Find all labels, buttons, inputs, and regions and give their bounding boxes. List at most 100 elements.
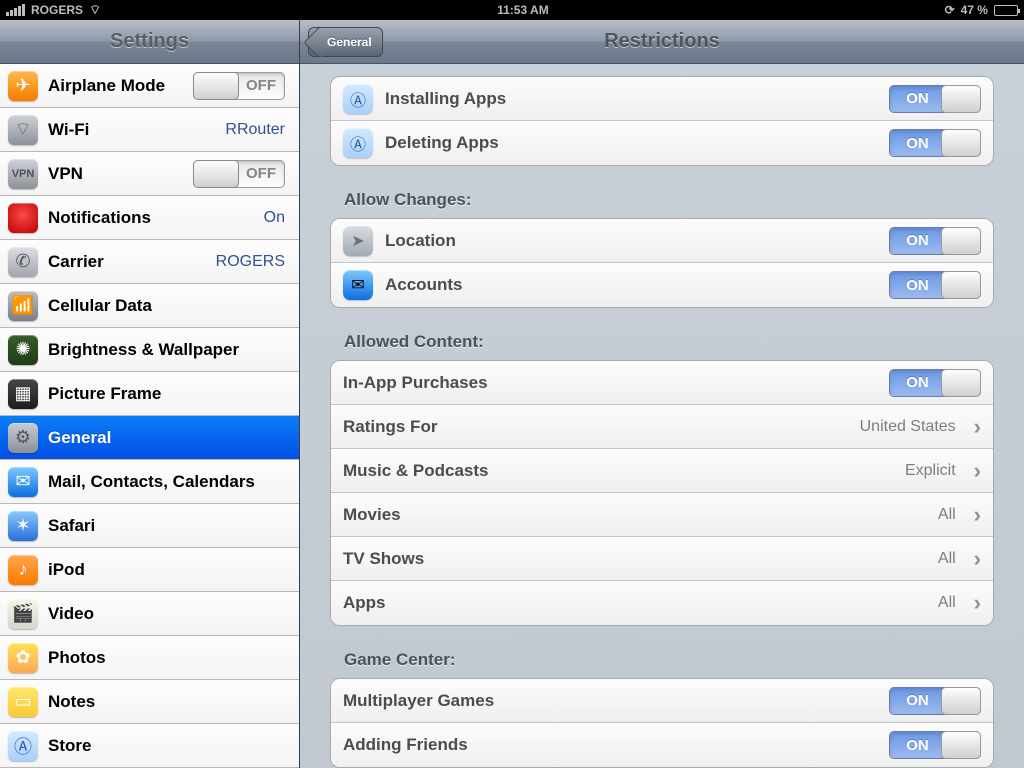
row-label: Installing Apps [385, 89, 877, 109]
deleting-apps-toggle[interactable]: ON [889, 129, 981, 157]
sidebar-item-vpn[interactable]: VPN VPN OFF [0, 152, 299, 196]
row-label: Movies [343, 505, 926, 525]
vpn-toggle[interactable]: OFF [193, 160, 285, 188]
detail-scroll[interactable]: Ⓐ Installing Apps ON Ⓐ Deleting Apps ON [300, 64, 1024, 768]
clock: 11:53 AM [497, 3, 549, 17]
allowed-content-group: In-App Purchases ON Ratings For United S… [330, 360, 994, 626]
sidebar-item-notifications[interactable]: Notifications On [0, 196, 299, 240]
chevron-right-icon: › [974, 548, 981, 570]
sidebar-item-photos[interactable]: ✿ Photos [0, 636, 299, 680]
sidebar-item-carrier[interactable]: ✆ Carrier ROGERS [0, 240, 299, 284]
section-game-center: Game Center: [344, 650, 994, 670]
row-label: Adding Friends [343, 735, 877, 755]
phone-icon: ✆ [8, 247, 38, 277]
signal-icon [6, 4, 25, 16]
toggle-knob [941, 731, 981, 759]
status-bar: ROGERS ⌔ 11:53 AM ⟳ 47 % [0, 0, 1024, 20]
row-apps[interactable]: Apps All › [331, 581, 993, 625]
row-label: In-App Purchases [343, 373, 877, 393]
row-installing-apps[interactable]: Ⓐ Installing Apps ON [331, 77, 993, 121]
row-value: All [938, 594, 956, 612]
sidebar-item-label: Brightness & Wallpaper [48, 340, 285, 360]
row-accounts[interactable]: ✉ Accounts ON [331, 263, 993, 307]
row-location[interactable]: ➤ Location ON [331, 219, 993, 263]
row-music-podcasts[interactable]: Music & Podcasts Explicit › [331, 449, 993, 493]
accounts-toggle[interactable]: ON [889, 271, 981, 299]
sidebar-item-mail[interactable]: ✉ Mail, Contacts, Calendars [0, 460, 299, 504]
row-multiplayer-games[interactable]: Multiplayer Games ON [331, 679, 993, 723]
row-label: Accounts [385, 275, 877, 295]
sidebar-item-label: Carrier [48, 252, 206, 272]
appstore-icon: Ⓐ [343, 84, 373, 114]
picture-frame-icon: ▦ [8, 379, 38, 409]
mail-icon: ✉ [8, 467, 38, 497]
sidebar-item-safari[interactable]: ✶ Safari [0, 504, 299, 548]
sidebar-item-brightness[interactable]: ✺ Brightness & Wallpaper [0, 328, 299, 372]
wifi-icon: ⌔ [89, 2, 101, 18]
sidebar-item-video[interactable]: 🎬 Video [0, 592, 299, 636]
sidebar-item-cellular[interactable]: 📶 Cellular Data [0, 284, 299, 328]
sidebar-item-general[interactable]: ⚙ General [0, 416, 299, 460]
row-label: Deleting Apps [385, 133, 877, 153]
row-label: Location [385, 231, 877, 251]
chevron-right-icon: › [974, 460, 981, 482]
sidebar-item-notes[interactable]: ▭ Notes [0, 680, 299, 724]
section-allow-changes: Allow Changes: [344, 190, 994, 210]
location-toggle[interactable]: ON [889, 227, 981, 255]
toggle-knob [193, 72, 239, 100]
gear-icon: ⚙ [8, 423, 38, 453]
iap-toggle[interactable]: ON [889, 369, 981, 397]
back-button[interactable]: General [308, 27, 383, 57]
chevron-right-icon: › [974, 504, 981, 526]
detail-title: Restrictions [604, 30, 720, 53]
photos-icon: ✿ [8, 643, 38, 673]
row-deleting-apps[interactable]: Ⓐ Deleting Apps ON [331, 121, 993, 165]
sidebar-list[interactable]: ✈ Airplane Mode OFF ⌔ Wi-Fi RRouter VPN … [0, 64, 299, 768]
adding-friends-toggle[interactable]: ON [889, 731, 981, 759]
restrictions-allow-group: Ⓐ Installing Apps ON Ⓐ Deleting Apps ON [330, 76, 994, 166]
vpn-icon: VPN [8, 159, 38, 189]
notes-icon: ▭ [8, 687, 38, 717]
orientation-lock-icon: ⟳ [945, 3, 955, 17]
sidebar-item-label: Notes [48, 692, 285, 712]
row-label: TV Shows [343, 549, 926, 569]
airplane-toggle[interactable]: OFF [193, 72, 285, 100]
sidebar-item-airplane[interactable]: ✈ Airplane Mode OFF [0, 64, 299, 108]
detail-nav: General Restrictions [300, 20, 1024, 64]
sidebar: Settings ✈ Airplane Mode OFF ⌔ Wi-Fi RRo… [0, 20, 300, 768]
notifications-value: On [264, 209, 285, 227]
sidebar-item-label: VPN [48, 164, 183, 184]
toggle-knob [941, 687, 981, 715]
row-value: All [938, 550, 956, 568]
sidebar-item-label: Airplane Mode [48, 76, 183, 96]
row-label: Multiplayer Games [343, 691, 877, 711]
sidebar-item-picture-frame[interactable]: ▦ Picture Frame [0, 372, 299, 416]
row-label: Apps [343, 593, 926, 613]
battery-icon [994, 5, 1018, 16]
sidebar-item-label: Mail, Contacts, Calendars [48, 472, 285, 492]
toggle-knob [193, 160, 239, 188]
sidebar-item-label: Cellular Data [48, 296, 285, 316]
sidebar-item-wifi[interactable]: ⌔ Wi-Fi RRouter [0, 108, 299, 152]
row-movies[interactable]: Movies All › [331, 493, 993, 537]
allow-changes-group: ➤ Location ON ✉ Accounts ON [330, 218, 994, 308]
row-label: Ratings For [343, 417, 848, 437]
sidebar-item-ipod[interactable]: ♪ iPod [0, 548, 299, 592]
row-in-app-purchases[interactable]: In-App Purchases ON [331, 361, 993, 405]
row-adding-friends[interactable]: Adding Friends ON [331, 723, 993, 767]
toggle-knob [941, 271, 981, 299]
detail-pane: General Restrictions Ⓐ Installing Apps O… [300, 20, 1024, 768]
sidebar-item-label: Photos [48, 648, 285, 668]
row-tv-shows[interactable]: TV Shows All › [331, 537, 993, 581]
row-value: Explicit [905, 462, 956, 480]
game-center-group: Multiplayer Games ON Adding Friends ON [330, 678, 994, 768]
appstore-icon: Ⓐ [343, 128, 373, 158]
installing-apps-toggle[interactable]: ON [889, 85, 981, 113]
notifications-icon [8, 203, 38, 233]
sidebar-item-store[interactable]: Ⓐ Store [0, 724, 299, 768]
row-ratings-for[interactable]: Ratings For United States › [331, 405, 993, 449]
multiplayer-toggle[interactable]: ON [889, 687, 981, 715]
sidebar-item-label: Store [48, 736, 285, 756]
toggle-knob [941, 85, 981, 113]
sidebar-item-label: Video [48, 604, 285, 624]
